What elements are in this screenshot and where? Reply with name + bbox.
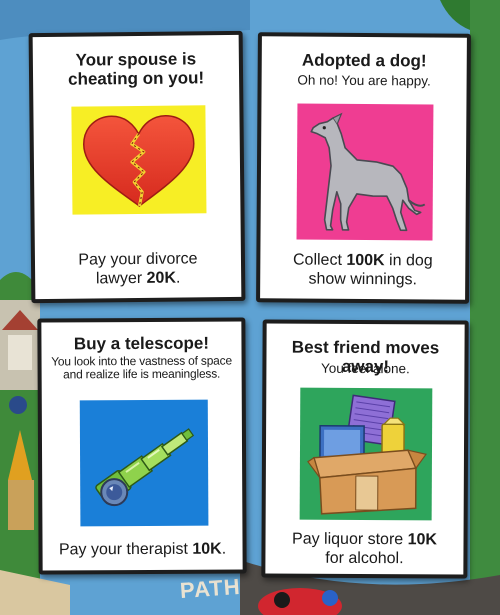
card-subtitle: You feel alone. (320, 360, 410, 377)
card-title: Adopted a dog! (301, 50, 427, 71)
card-illustration (79, 399, 209, 527)
card-adopted-dog[interactable]: Adopted a dog! Oh no! You are happy. Col… (256, 32, 471, 304)
moving-box-icon (307, 394, 427, 515)
board-path-label: PATH (179, 573, 242, 604)
card-spouse-cheating[interactable]: Your spouse is cheating on you! Pay your… (28, 30, 246, 304)
card-title: Your spouse is cheating on you! (67, 49, 205, 89)
card-illustration (71, 105, 207, 215)
card-footer: Pay your therapist 10K. (58, 540, 227, 559)
greyhound-dog-icon (310, 112, 426, 232)
card-illustration (299, 387, 433, 521)
card-footer: Collect 100K in dog show winnings. (292, 251, 433, 289)
card-footer: Pay liquor store 10K for alcohol. (291, 530, 438, 568)
card-subtitle: You look into the vastness of space and … (51, 353, 232, 382)
card-footer: Pay your divorce lawyer 20K. (78, 250, 198, 288)
broken-heart-icon (83, 114, 195, 207)
card-friend-moves-away[interactable]: Best friend moves away! You feel alone. (261, 319, 469, 579)
card-buy-telescope[interactable]: Buy a telescope! You look into the vastn… (37, 317, 247, 575)
card-title: Buy a telescope! (73, 333, 210, 354)
telescope-icon (95, 428, 195, 507)
card-subtitle: Oh no! You are happy. (297, 72, 431, 89)
card-illustration (296, 103, 434, 241)
